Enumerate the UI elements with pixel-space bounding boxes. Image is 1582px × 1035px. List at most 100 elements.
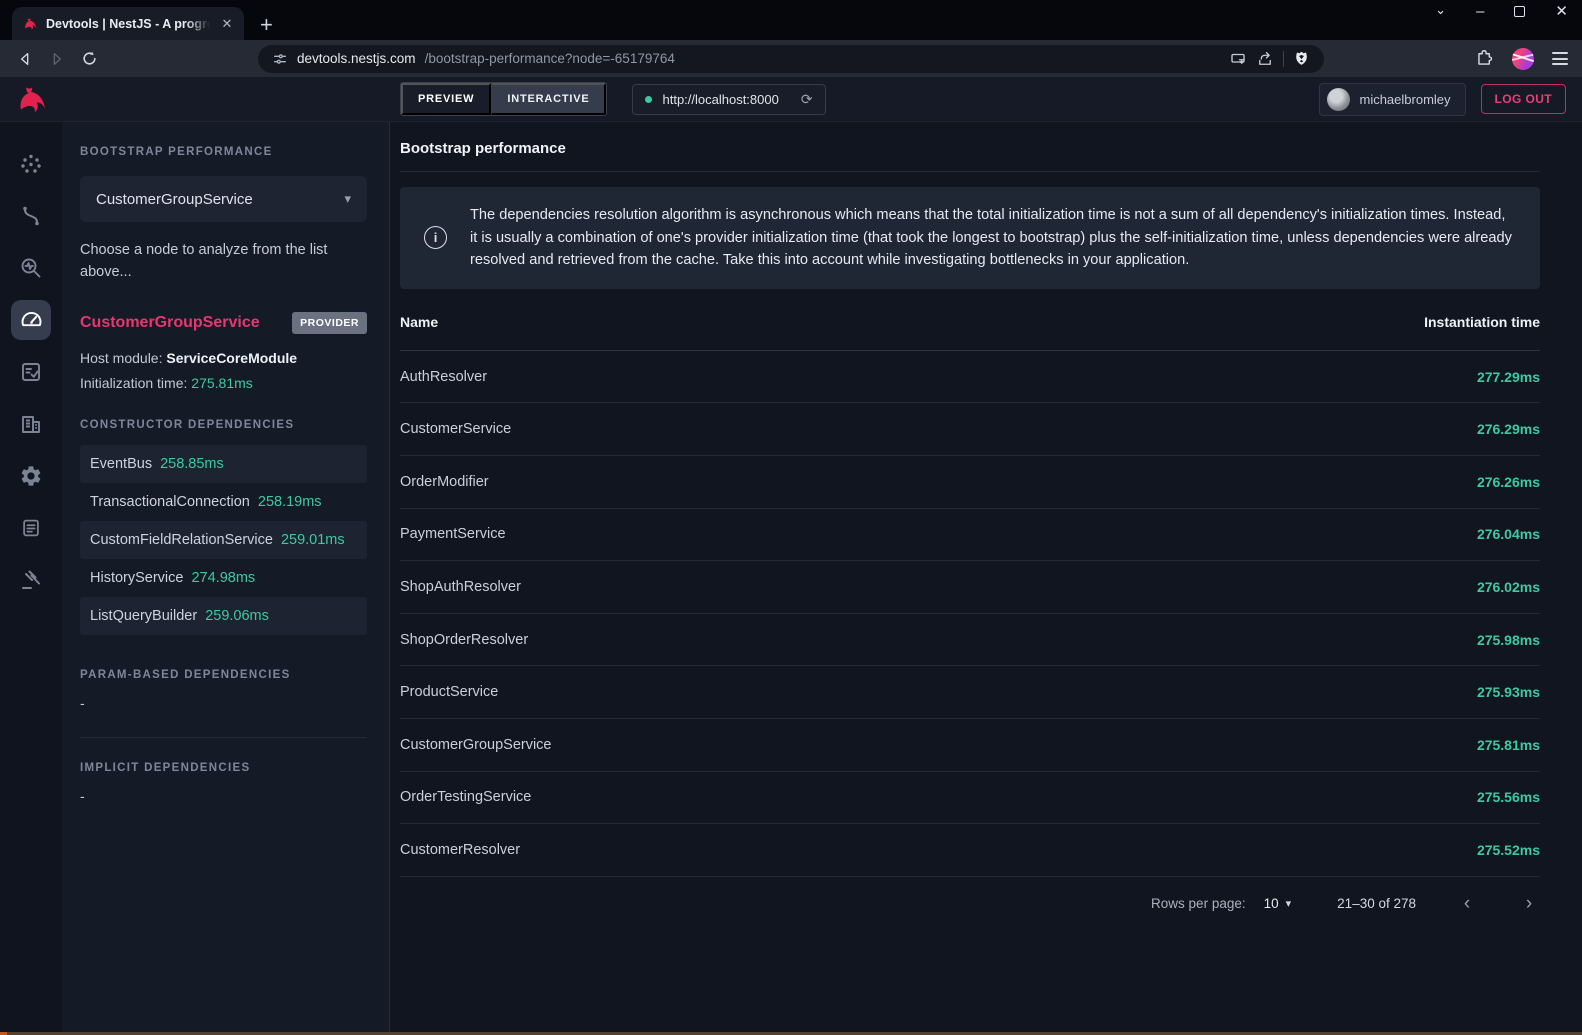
inspect-icon	[19, 256, 43, 280]
window-controls: ⌄ – ✕	[1435, 4, 1568, 19]
target-reload-icon[interactable]: ⟳	[801, 91, 813, 108]
row-instantiation-time: 275.98ms	[1477, 632, 1540, 648]
init-time-value: 275.81ms	[191, 375, 252, 391]
preview-button[interactable]: PREVIEW	[401, 83, 491, 115]
dependency-time: 259.01ms	[281, 532, 345, 548]
dependency-name: ListQueryBuilder	[90, 608, 197, 624]
tab-strip: Devtools | NestJS - A progressive ✕ + ⌄ …	[0, 0, 1582, 40]
previous-page-icon[interactable]: ‹	[1456, 894, 1478, 913]
dependency-item[interactable]: EventBus 258.85ms	[80, 445, 367, 483]
host-module-row: Host module: ServiceCoreModule	[80, 350, 367, 366]
dependency-item[interactable]: ListQueryBuilder 259.06ms	[80, 597, 367, 635]
sidebar-item-graph[interactable]	[11, 144, 51, 184]
extensions-icon[interactable]	[1475, 49, 1494, 68]
pagination-range: 21–30 of 278	[1337, 896, 1416, 911]
mode-toggle: PREVIEW INTERACTIVE	[400, 82, 607, 116]
next-page-icon[interactable]: ›	[1518, 894, 1540, 913]
site-settings-icon[interactable]	[272, 51, 288, 67]
row-name: OrderModifier	[400, 474, 489, 490]
host-module-value: ServiceCoreModule	[166, 350, 297, 366]
table-row[interactable]: OrderTestingService 275.56ms	[400, 772, 1540, 825]
window-close-icon[interactable]: ✕	[1555, 4, 1568, 19]
table-row[interactable]: OrderModifier 276.26ms	[400, 456, 1540, 509]
organization-icon	[19, 412, 43, 436]
table-row[interactable]: CustomerGroupService 275.81ms	[400, 719, 1540, 772]
minimize-icon[interactable]: –	[1476, 4, 1484, 19]
row-name: ShopAuthResolver	[400, 579, 521, 595]
main-content: Bootstrap performance i The dependencies…	[390, 122, 1582, 1032]
share-icon[interactable]	[1256, 50, 1274, 68]
nestjs-logo-icon	[0, 83, 62, 116]
back-icon[interactable]	[14, 48, 36, 70]
table-row[interactable]: AuthResolver 277.29ms	[400, 351, 1540, 404]
tab-search-icon[interactable]: ⌄	[1435, 3, 1446, 16]
username: michaelbromley	[1359, 92, 1450, 107]
implicit-deps-empty: -	[80, 788, 367, 804]
sidebar-item-audit[interactable]	[11, 352, 51, 392]
panel-divider	[80, 737, 367, 738]
row-name: CustomerGroupService	[400, 737, 552, 753]
selected-node-name: CustomerGroupService	[80, 314, 260, 332]
row-name: ProductService	[400, 684, 498, 700]
target-url-box[interactable]: http://localhost:8000 ⟳	[632, 84, 825, 115]
helper-text: Choose a node to analyze from the list a…	[80, 240, 367, 284]
icon-sidebar	[0, 122, 62, 1032]
sidebar-item-issues[interactable]	[11, 560, 51, 600]
dependency-time: 274.98ms	[191, 570, 255, 586]
node-select[interactable]: CustomerGroupService ▾	[80, 176, 367, 222]
dependency-item[interactable]: TransactionalConnection 258.19ms	[80, 483, 367, 521]
browser-toolbar: devtools.nestjs.com/bootstrap-performanc…	[0, 40, 1582, 77]
gavel-icon	[19, 568, 43, 592]
info-icon: i	[424, 226, 447, 249]
sidebar-item-settings[interactable]	[11, 456, 51, 496]
table-row[interactable]: ShopAuthResolver 276.02ms	[400, 561, 1540, 614]
gauge-icon	[19, 308, 44, 333]
interactive-button[interactable]: INTERACTIVE	[491, 83, 606, 115]
browser-profile-avatar[interactable]	[1512, 48, 1534, 70]
send-to-device-icon[interactable]	[1229, 50, 1247, 68]
maximize-icon[interactable]	[1514, 6, 1525, 17]
reload-icon[interactable]	[78, 48, 100, 70]
row-instantiation-time: 276.02ms	[1477, 579, 1540, 595]
dependency-name: EventBus	[90, 456, 152, 472]
browser-window: Devtools | NestJS - A progressive ✕ + ⌄ …	[0, 0, 1582, 1035]
menu-icon[interactable]	[1552, 52, 1568, 65]
column-name: Name	[400, 314, 438, 330]
dependency-name: CustomFieldRelationService	[90, 532, 273, 548]
row-name: CustomerResolver	[400, 842, 520, 858]
table-row[interactable]: CustomerResolver 275.52ms	[400, 824, 1540, 877]
user-chip[interactable]: michaelbromley	[1319, 83, 1465, 116]
new-tab-button[interactable]: +	[260, 14, 273, 36]
row-name: CustomerService	[400, 421, 511, 437]
checklist-icon	[19, 360, 43, 384]
table-row[interactable]: ShopOrderResolver 275.98ms	[400, 614, 1540, 667]
routes-icon	[19, 204, 43, 228]
table-row[interactable]: PaymentService 276.04ms	[400, 509, 1540, 562]
url-host: devtools.nestjs.com	[297, 51, 416, 66]
browser-tab[interactable]: Devtools | NestJS - A progressive ✕	[12, 7, 244, 40]
sidebar-item-modules[interactable]	[11, 404, 51, 444]
tab-close-icon[interactable]: ✕	[218, 15, 236, 33]
rows-per-page-select[interactable]: 10 ▾	[1264, 896, 1292, 911]
connection-status-dot	[645, 96, 652, 103]
document-icon	[20, 517, 42, 539]
dependency-item[interactable]: CustomFieldRelationService 259.01ms	[80, 521, 367, 559]
table-row[interactable]: CustomerService 276.29ms	[400, 403, 1540, 456]
forward-icon	[46, 48, 68, 70]
sidebar-item-docs[interactable]	[11, 508, 51, 548]
sidebar-item-routes[interactable]	[11, 196, 51, 236]
brave-shield-icon[interactable]	[1293, 50, 1310, 67]
node-select-value: CustomerGroupService	[96, 191, 253, 208]
rows-per-page-label: Rows per page:	[1151, 896, 1246, 911]
sidebar-item-inspect[interactable]	[11, 248, 51, 288]
dependency-time: 258.19ms	[258, 494, 322, 510]
address-bar[interactable]: devtools.nestjs.com/bootstrap-performanc…	[258, 45, 1324, 73]
target-url: http://localhost:8000	[662, 92, 778, 107]
constructor-deps-list: EventBus 258.85ms TransactionalConnectio…	[80, 445, 367, 635]
sidebar-item-bootstrap-performance[interactable]	[11, 300, 51, 340]
logout-button[interactable]: LOG OUT	[1481, 84, 1566, 114]
dependency-item[interactable]: HistoryService 274.98ms	[80, 559, 367, 597]
chevron-down-icon: ▾	[344, 191, 351, 207]
row-instantiation-time: 275.81ms	[1477, 737, 1540, 753]
table-row[interactable]: ProductService 275.93ms	[400, 666, 1540, 719]
